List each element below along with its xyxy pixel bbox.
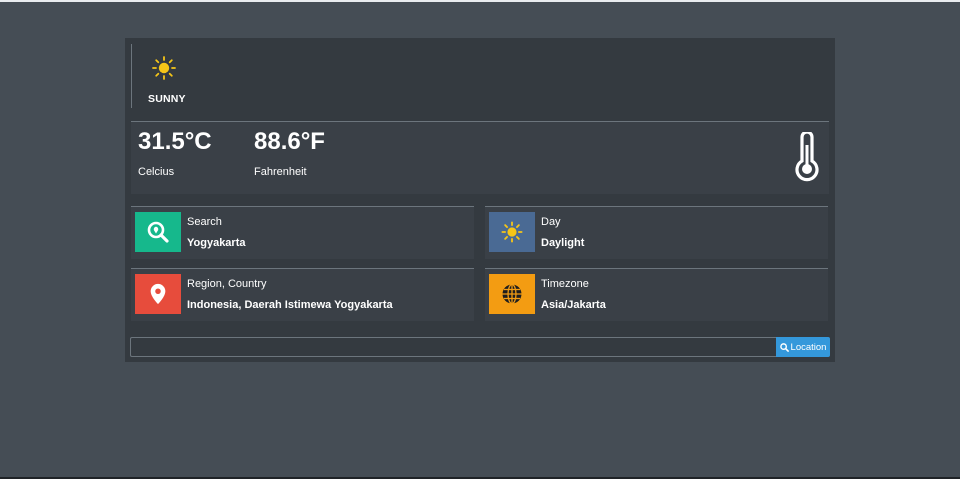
top-border bbox=[0, 0, 960, 2]
location-button[interactable]: Location bbox=[776, 337, 830, 357]
region-card-icon-box bbox=[135, 274, 181, 314]
region-card-value: Indonesia, Daerah Istimewa Yogyakarta bbox=[187, 299, 393, 311]
sun-icon bbox=[501, 221, 523, 243]
location-button-label: Location bbox=[790, 341, 827, 353]
timezone-card-icon-box bbox=[489, 274, 535, 314]
celsius-label: Celcius bbox=[138, 166, 175, 178]
day-card: Day Daylight bbox=[485, 206, 828, 259]
timezone-card: Timezone Asia/Jakarta bbox=[485, 268, 828, 321]
timezone-card-value: Asia/Jakarta bbox=[541, 299, 606, 311]
search-card-icon-box bbox=[135, 212, 181, 252]
search-card-title: Search bbox=[187, 216, 222, 228]
search-card: Search Yogyakarta bbox=[131, 206, 474, 259]
day-card-value: Daylight bbox=[541, 237, 585, 249]
location-search-row: Location bbox=[130, 337, 830, 357]
fahrenheit-reading: 88.6°F Fahrenheit bbox=[254, 128, 325, 178]
day-card-title: Day bbox=[541, 216, 561, 228]
sun-icon bbox=[152, 56, 176, 80]
condition-label: SUNNY bbox=[148, 93, 186, 105]
temperature-block: 31.5°C Celcius 88.6°F Fahrenheit bbox=[131, 121, 829, 194]
search-icon bbox=[779, 342, 789, 352]
day-card-icon-box bbox=[489, 212, 535, 252]
location-search-input[interactable] bbox=[130, 337, 783, 357]
fahrenheit-value: 88.6°F bbox=[254, 128, 325, 155]
globe-icon bbox=[502, 283, 522, 305]
search-card-value: Yogyakarta bbox=[187, 237, 246, 249]
region-card-title: Region, Country bbox=[187, 278, 267, 290]
map-marker-icon bbox=[150, 283, 166, 305]
celsius-reading: 31.5°C Celcius bbox=[138, 128, 212, 178]
celsius-value: 31.5°C bbox=[138, 128, 212, 155]
thermometer-icon bbox=[795, 132, 819, 182]
timezone-card-title: Timezone bbox=[541, 278, 589, 290]
region-card: Region, Country Indonesia, Daerah Istime… bbox=[131, 268, 474, 321]
weather-panel: SUNNY 31.5°C Celcius 88.6°F Fahrenheit S… bbox=[125, 38, 835, 362]
search-location-icon bbox=[147, 221, 169, 243]
fahrenheit-label: Fahrenheit bbox=[254, 166, 307, 178]
condition-block: SUNNY bbox=[131, 44, 192, 108]
